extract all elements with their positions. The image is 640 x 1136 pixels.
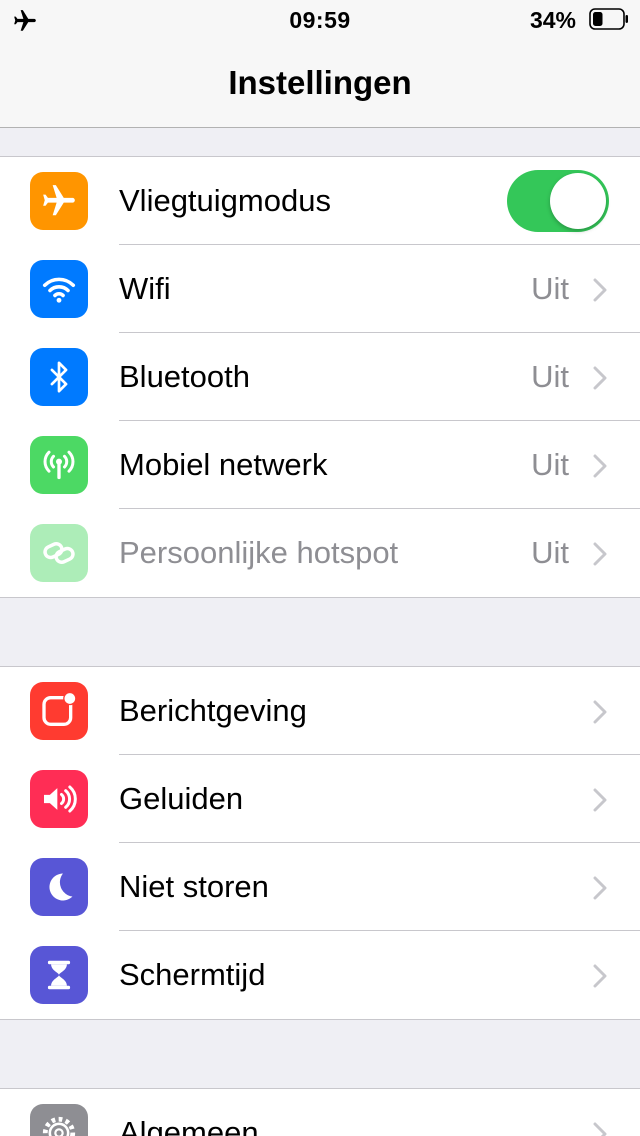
moon-icon — [30, 858, 88, 916]
chevron-right-icon — [593, 964, 607, 988]
status-bar: 09:59 34% — [0, 0, 640, 40]
settings-row-personal-hotspot[interactable]: Persoonlijke hotspot Uit — [0, 509, 640, 597]
settings-row-do-not-disturb[interactable]: Niet storen — [0, 843, 640, 931]
notifications-group: Berichtgeving Geluiden Niet storen Scher… — [0, 666, 640, 1020]
navigation-bar: Instellingen — [0, 40, 640, 128]
wifi-icon — [30, 260, 88, 318]
settings-row-mobile-network[interactable]: Mobiel netwerk Uit — [0, 421, 640, 509]
settings-row-notifications[interactable]: Berichtgeving — [0, 667, 640, 755]
chevron-right-icon — [593, 542, 607, 566]
settings-row-general[interactable]: Algemeen — [0, 1089, 640, 1136]
settings-row-value: Uit — [531, 535, 569, 570]
settings-row-label: Bluetooth — [119, 359, 250, 394]
settings-row-sounds[interactable]: Geluiden — [0, 755, 640, 843]
settings-row-label: Persoonlijke hotspot — [119, 535, 399, 570]
settings-row-bluetooth[interactable]: Bluetooth Uit — [0, 333, 640, 421]
chevron-right-icon — [593, 278, 607, 302]
airplane-icon — [30, 172, 88, 230]
settings-row-value: Uit — [531, 447, 569, 482]
settings-row-label: Geluiden — [119, 781, 244, 816]
chevron-right-icon — [593, 454, 607, 478]
settings-row-label: Mobiel netwerk — [119, 447, 328, 482]
settings-row-label: Niet storen — [119, 869, 269, 904]
chevron-right-icon — [593, 876, 607, 900]
hourglass-icon — [30, 946, 88, 1004]
general-group: Algemeen — [0, 1088, 640, 1136]
settings-row-label: Vliegtuigmodus — [119, 183, 331, 218]
antenna-icon — [30, 436, 88, 494]
chevron-right-icon — [593, 366, 607, 390]
battery-percentage: 34% — [529, 7, 576, 33]
gear-icon — [30, 1104, 88, 1136]
settings-row-label: Schermtijd — [119, 957, 266, 992]
chevron-right-icon — [593, 1122, 607, 1136]
chevron-right-icon — [593, 788, 607, 812]
settings-row-screen-time[interactable]: Schermtijd — [0, 931, 640, 1019]
chevron-right-icon — [593, 700, 607, 724]
speaker-icon — [30, 770, 88, 828]
settings-row-wifi[interactable]: Wifi Uit — [0, 245, 640, 333]
bluetooth-icon — [30, 348, 88, 406]
settings-row-label: Berichtgeving — [119, 693, 307, 728]
battery-icon — [589, 8, 628, 30]
notifications-icon — [30, 682, 88, 740]
settings-row-value: Uit — [531, 271, 569, 306]
page-title: Instellingen — [228, 64, 412, 101]
settings-row-airplane-mode[interactable]: Vliegtuigmodus — [0, 157, 640, 245]
hotspot-icon — [30, 524, 88, 582]
airplane-mode-toggle[interactable] — [507, 170, 609, 232]
settings-row-label: Wifi — [119, 271, 171, 306]
settings-row-value: Uit — [531, 359, 569, 394]
connectivity-group: Vliegtuigmodus Wifi Uit Bluetooth Uit Mo… — [0, 156, 640, 598]
settings-row-label: Algemeen — [119, 1115, 259, 1136]
toggle-knob[interactable] — [550, 173, 606, 229]
